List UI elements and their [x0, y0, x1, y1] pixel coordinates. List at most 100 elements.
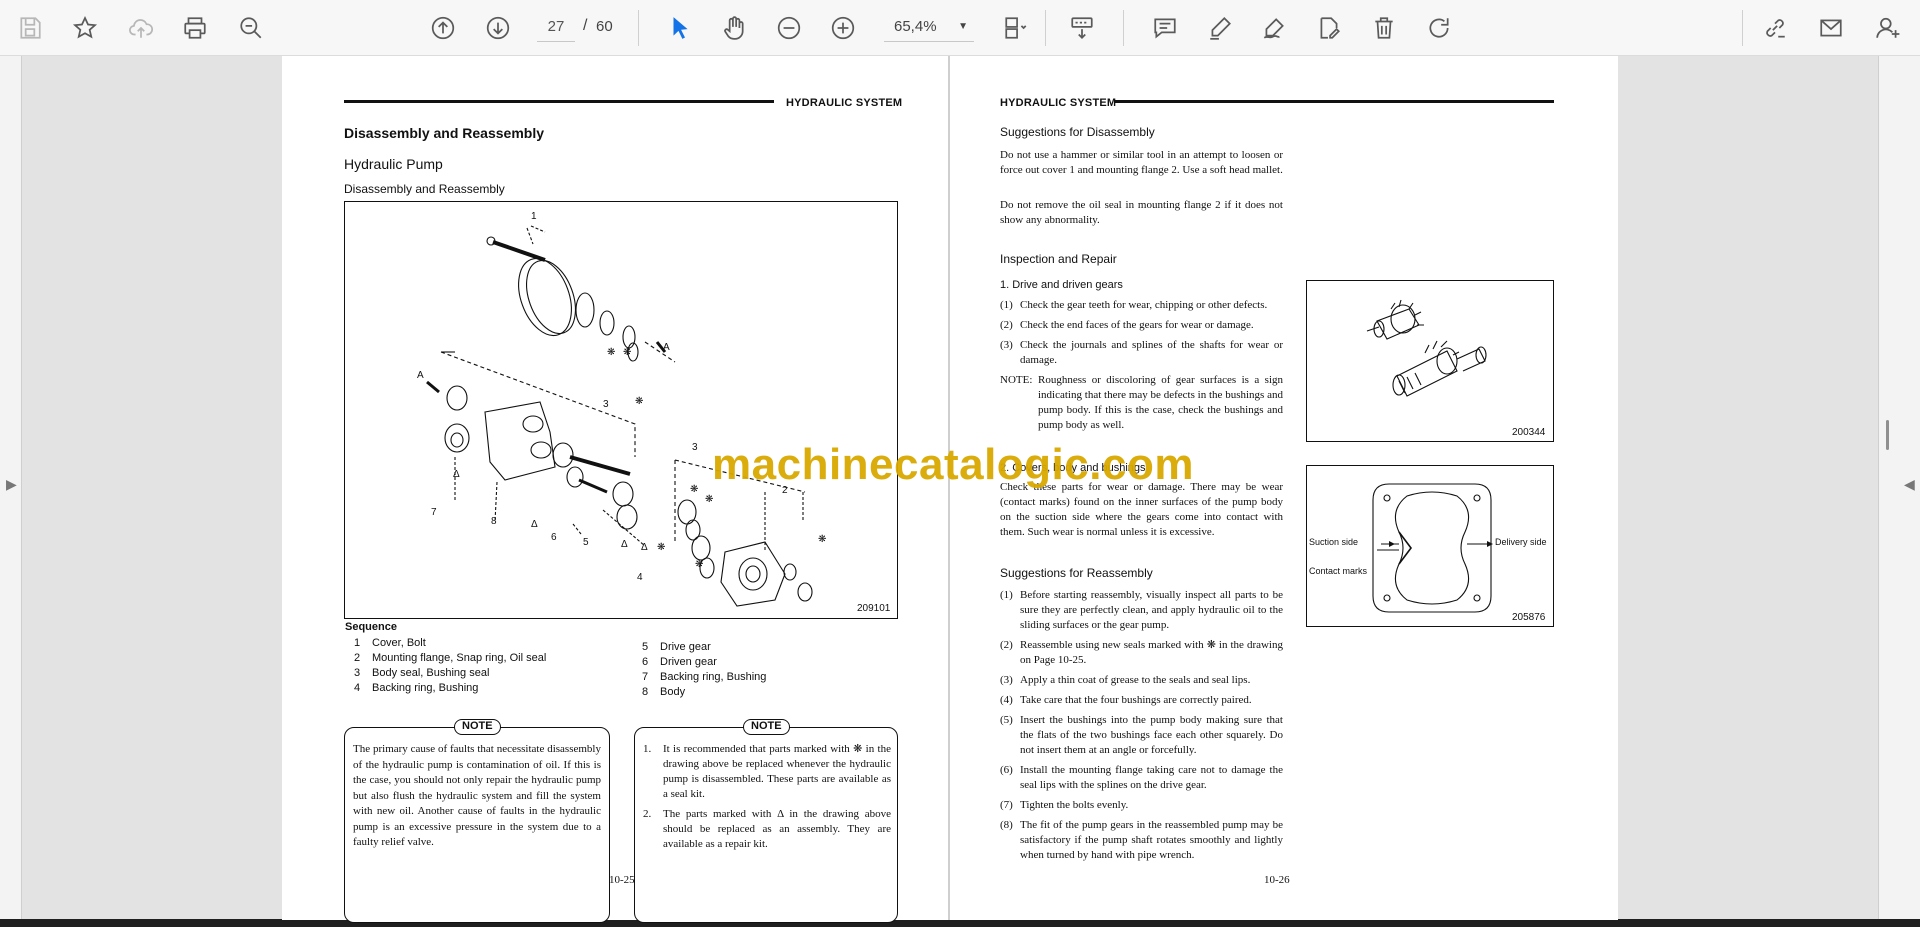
sequence-item: 5 Drive gear [642, 641, 711, 653]
sequence-number: 8 [642, 686, 649, 698]
list-number: (8) [1000, 819, 1013, 831]
left-panel-toggle[interactable]: ▶ [0, 56, 22, 920]
gears-drawing [1366, 299, 1487, 397]
rotate-icon[interactable] [1421, 10, 1457, 46]
hand-tool-icon[interactable] [716, 10, 752, 46]
list-number: (7) [1000, 799, 1013, 811]
sequence-item: 3 Body seal, Bushing seal [354, 667, 489, 679]
page-up-icon[interactable] [425, 10, 461, 46]
section-heading: Inspection and Repair [1000, 252, 1117, 266]
page-down-icon[interactable] [480, 10, 516, 46]
list-text: Check the end faces of the gears for wea… [1020, 319, 1254, 331]
header-rule [1114, 100, 1554, 103]
select-cursor-icon[interactable] [662, 10, 698, 46]
section-heading: Suggestions for Reassembly [1000, 566, 1153, 580]
figure-id: 200344 [1512, 427, 1546, 438]
scrollbar-thumb[interactable] [1886, 420, 1889, 450]
svg-text:❋: ❋ [623, 347, 631, 358]
svg-text:Δ: Δ [453, 469, 460, 480]
reassembly-list-item: (1) Before starting reassembly, visually … [1000, 588, 1283, 633]
paragraph: Do not remove the oil seal in mounting f… [1000, 199, 1283, 226]
page-number: 10-26 [1264, 874, 1290, 886]
section-heading: Disassembly and Reassembly [344, 182, 505, 196]
paragraph: Do not use a hammer or similar tool in a… [1000, 149, 1283, 176]
svg-text:Δ: Δ [621, 539, 628, 550]
inspection-list-item: (3) Check the journals and splines of the… [1000, 338, 1283, 368]
callout-a: A [417, 370, 424, 381]
inspection-note: NOTE: Roughness or discoloring of gear su… [1000, 373, 1283, 433]
trash-icon[interactable] [1366, 10, 1402, 46]
list-number: (4) [1000, 694, 1013, 706]
keyboard-scroll-icon[interactable] [1064, 10, 1100, 46]
svg-text:❋: ❋ [818, 534, 826, 545]
print-icon[interactable] [177, 10, 213, 46]
list-text: Apply a thin coat of grease to the seals… [1020, 674, 1251, 686]
sequence-text: Body [660, 686, 686, 698]
section-heading: Suggestions for Disassembly [1000, 125, 1155, 139]
comment-icon[interactable] [1147, 10, 1183, 46]
svg-text:❋: ❋ [635, 396, 643, 407]
list-text: Insert the bushings into the pump body m… [1020, 714, 1283, 756]
inspection-list: (1) Check the gear teeth for wear, chippi… [1000, 298, 1283, 438]
note-list-text: It is recommended that parts marked with… [663, 743, 891, 800]
watermark-text: machinecatalogic.com [712, 440, 1194, 489]
svg-text:❋: ❋ [695, 559, 703, 570]
page-header: HYDRAULIC SYSTEM [1000, 97, 1117, 109]
zoom-level-dropdown[interactable]: 65,4% ▼ [884, 12, 974, 42]
zoom-out-icon[interactable] [771, 10, 807, 46]
email-icon[interactable] [1813, 10, 1849, 46]
note-list-text: The parts marked with Δ in the drawing a… [663, 808, 891, 850]
note-list-number: 2. [643, 808, 652, 820]
bottom-edge [0, 919, 1920, 927]
toolbar-divider [1742, 10, 1743, 46]
callout-3: 3 [603, 399, 609, 410]
sequence-number: 1 [354, 637, 361, 649]
list-text: Check the gear teeth for wear, chipping … [1020, 299, 1268, 311]
zoom-search-icon[interactable] [233, 10, 269, 46]
figure-id: 205876 [1512, 612, 1546, 623]
sequence-text: Driven gear [660, 656, 717, 668]
sequence-title: Sequence [345, 621, 397, 633]
right-panel-toggle[interactable]: ◀ [1878, 56, 1920, 920]
pump-body-drawing [1372, 483, 1493, 613]
sequence-number: 2 [354, 652, 361, 664]
sequence-item: 6 Driven gear [642, 656, 717, 668]
list-number: (6) [1000, 764, 1013, 776]
highlight-pen-icon[interactable] [1202, 10, 1238, 46]
contact-marks-label: Contact marks [1309, 566, 1368, 576]
toolbar-divider [1123, 10, 1124, 46]
svg-text:❋: ❋ [690, 484, 698, 495]
callout-1: 1 [531, 211, 537, 222]
cloud-upload-icon[interactable] [123, 10, 159, 46]
expand-left-icon[interactable]: ▶ [6, 476, 17, 493]
svg-text:Δ: Δ [641, 542, 648, 553]
sequence-item: 2 Mounting flange, Snap ring, Oil seal [354, 652, 546, 664]
zoom-in-icon[interactable] [825, 10, 861, 46]
gears-figure: 200344 [1306, 280, 1554, 442]
list-text: Reassemble using new seals marked with ❋… [1020, 639, 1283, 666]
reassembly-list-item: (4) Take care that the four bushings are … [1000, 693, 1283, 708]
save-icon[interactable] [12, 10, 48, 46]
pump-exploded-drawing: ❋ ❋ ❋ ❋ ❋ ❋ ❋ ❋ Δ Δ Δ Δ [426, 225, 826, 607]
page-layout-icon[interactable] [998, 10, 1034, 46]
toolbar-divider [1045, 10, 1046, 46]
note-list: 1. It is recommended that parts marked wi… [643, 742, 891, 857]
share-link-icon[interactable] [1757, 10, 1793, 46]
star-icon[interactable] [67, 10, 103, 46]
svg-text:Δ: Δ [531, 519, 538, 530]
draw-sign-icon[interactable] [1256, 10, 1292, 46]
list-number: (2) [1000, 319, 1013, 331]
add-user-icon[interactable] [1870, 10, 1906, 46]
list-text: Check the journals and splines of the sh… [1020, 339, 1283, 366]
sequence-text: Backing ring, Bushing [660, 671, 767, 683]
list-number: (2) [1000, 639, 1013, 651]
expand-right-icon[interactable]: ◀ [1904, 476, 1915, 493]
list-number: (3) [1000, 674, 1013, 686]
list-text: Before starting reassembly, visually ins… [1020, 589, 1283, 631]
sequence-number: 5 [642, 641, 649, 653]
list-text: Tighten the bolts evenly. [1020, 799, 1129, 811]
sequence-number: 7 [642, 671, 649, 683]
page-number-input[interactable] [537, 12, 575, 42]
suction-side-label: Suction side [1309, 537, 1359, 547]
edit-document-icon[interactable] [1311, 10, 1347, 46]
